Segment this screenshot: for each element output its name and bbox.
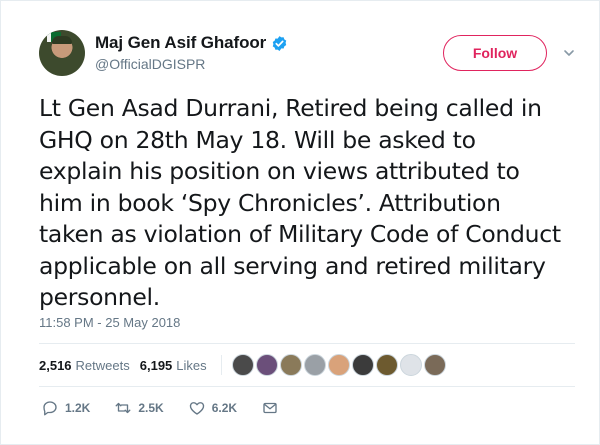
tweet-text-line: taken as violation of Military Code of C… — [39, 220, 561, 248]
tweet-text-line: Lt Gen Asad Durrani, Retired being calle… — [39, 94, 542, 122]
verified-badge-icon — [272, 35, 287, 51]
reply-count: 1.2K — [65, 401, 91, 415]
direct-message-button[interactable] — [261, 399, 285, 417]
retweet-button[interactable]: 2.5K — [114, 399, 164, 417]
reply-button[interactable]: 1.2K — [41, 399, 90, 417]
author-handle[interactable]: @OfficialDGISPR — [95, 56, 288, 72]
tweet-text-line: personnel. — [39, 283, 160, 311]
likes-label[interactable]: Likes — [176, 358, 206, 373]
cap-shape — [52, 36, 72, 44]
reply-icon — [43, 401, 57, 416]
liker-avatar[interactable] — [279, 354, 302, 376]
follow-button[interactable]: Follow — [443, 35, 547, 71]
tweet-card: Maj Gen Asif Ghafoor @OfficialDGISPR Fol… — [0, 0, 600, 445]
liker-avatar[interactable] — [375, 354, 398, 376]
like-count: 6.2K — [211, 401, 238, 415]
liker-avatars — [231, 354, 446, 376]
author-info: Maj Gen Asif Ghafoor @OfficialDGISPR — [95, 33, 288, 72]
liker-avatar[interactable] — [231, 354, 254, 376]
tweet-stats: 2,516 Retweets 6,195 Likes — [39, 351, 446, 379]
tweet-text: Lt Gen Asad Durrani, Retired being calle… — [39, 93, 579, 314]
retweet-count: 2.5K — [138, 401, 164, 415]
liker-avatar[interactable] — [423, 354, 446, 376]
tweet-text-line: applicable on all serving and retired mi… — [39, 251, 546, 280]
liker-avatar[interactable] — [303, 354, 326, 376]
tweet-text-line: explain his position on views attributed… — [39, 157, 520, 185]
like-button[interactable]: 6.2K — [188, 399, 237, 417]
tweet-text-line: him in book ‘Spy Chronicles’. Attributio… — [39, 188, 501, 217]
retweets-label[interactable]: Retweets — [76, 358, 130, 373]
author-avatar[interactable] — [39, 30, 85, 76]
likes-count[interactable]: 6,195 — [140, 358, 173, 373]
envelope-icon — [263, 402, 277, 414]
stats-separator — [220, 355, 222, 375]
retweets-count[interactable]: 2,516 — [39, 358, 72, 373]
liker-avatar[interactable] — [351, 354, 374, 376]
tweet-text-line: GHQ on 28th May 18. Will be asked to — [39, 125, 476, 154]
retweet-icon — [115, 402, 131, 414]
chevron-down-icon[interactable] — [563, 47, 575, 59]
heart-icon — [189, 402, 204, 415]
tweet-timestamp[interactable]: 11:58 PM - 25 May 2018 — [39, 315, 180, 330]
divider — [39, 386, 575, 387]
tweet-header: Maj Gen Asif Ghafoor @OfficialDGISPR Fol… — [39, 27, 575, 81]
liker-avatar[interactable] — [255, 354, 278, 376]
divider — [39, 343, 575, 344]
liker-avatar[interactable] — [327, 354, 350, 376]
author-display-name[interactable]: Maj Gen Asif Ghafoor — [95, 33, 266, 53]
liker-avatar[interactable] — [399, 354, 422, 376]
tweet-actions: 1.2K 2.5K 6.2K — [41, 399, 309, 417]
